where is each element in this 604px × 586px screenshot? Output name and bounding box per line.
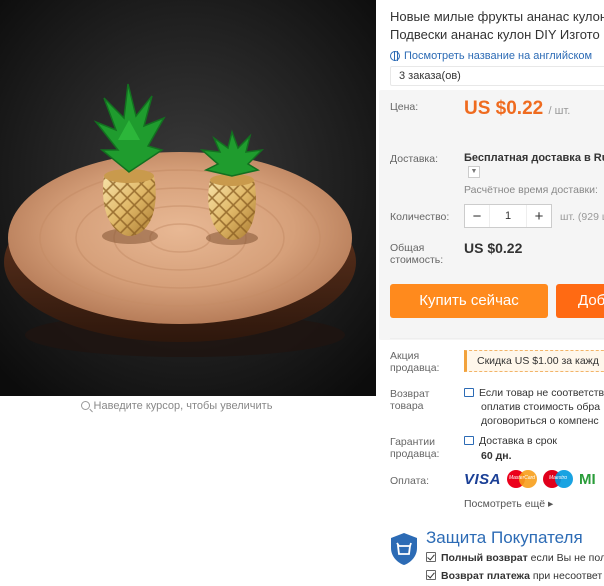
payment-methods: VISA MasterCard Maestro MI (464, 470, 596, 488)
product-gallery: Наведите курсор, чтобы увеличить (0, 0, 376, 586)
seller-coupon[interactable]: Скидка US $1.00 за кажд (464, 350, 604, 372)
return-icon (464, 388, 474, 397)
payment-more-link[interactable]: Посмотреть ещё ▸ (464, 498, 553, 510)
price-value-wrap: US $0.22 / шт. (464, 98, 570, 120)
guarantee-line2: 60 дн. (481, 450, 512, 462)
protection-line1-bold: Полный возврат (441, 552, 528, 564)
protection-line-payment: Возврат платежа при несоответ (426, 570, 602, 582)
mastercard-icon: MasterCard (507, 470, 538, 488)
check-icon (426, 552, 436, 562)
promo-label-line2: продавца: (390, 362, 440, 374)
maestro-icon: Maestro (543, 470, 574, 488)
translate-title-link[interactable]: Посмотреть название на английском (390, 50, 592, 62)
shipping-estimate: Расчётное время доставки: (464, 184, 598, 196)
translate-title-text[interactable]: Посмотреть название на английском (404, 50, 592, 62)
returns-line1: Если товар не соответству (479, 387, 604, 399)
product-main-image[interactable] (0, 0, 376, 396)
payment-label: Оплата: (390, 475, 430, 487)
buy-now-button[interactable]: Купить сейчас (390, 284, 548, 318)
returns-label-line1: Возврат (390, 388, 430, 400)
quantity-decrease-button[interactable]: − (465, 208, 489, 225)
orders-count: 3 заказа(ов) (390, 66, 604, 86)
product-info: Новые милые фрукты ананас кулон Подвески… (376, 0, 604, 586)
price-value: US $0.22 (464, 98, 544, 119)
returns-line3: договориться о компенс (481, 415, 599, 427)
quantity-stepper: − 1 + (464, 204, 552, 228)
product-photo-illustration (0, 0, 376, 396)
total-label-line1: Общая (390, 242, 425, 254)
product-title-line2: Подвески ананас кулон DIY Изгото (390, 27, 600, 42)
price-unit: / шт. (548, 105, 571, 117)
guarantees-label-line1: Гарантии (390, 436, 435, 448)
shield-icon (391, 533, 417, 565)
globe-icon (390, 51, 400, 61)
visa-icon: VISA (464, 470, 502, 488)
divider (390, 338, 604, 339)
zoom-hint: Наведите курсор, чтобы увеличить (0, 400, 353, 412)
guarantee-line1: Доставка в срок (479, 435, 558, 447)
product-title-line1: Новые милые фрукты ананас кулон (390, 9, 604, 24)
shipping-method[interactable]: Бесплатная доставка в Rus (464, 152, 604, 164)
clock-icon (464, 436, 474, 445)
product-title: Новые милые фрукты ананас кулон Подвески… (390, 8, 604, 44)
protection-line-refund: Полный возврат если Вы не пол (426, 552, 604, 564)
price-label: Цена: (390, 101, 419, 113)
promo-label: Акция продавца: (390, 350, 439, 374)
total-label: Общая стоимость: (390, 242, 443, 266)
magnifier-icon (80, 401, 90, 410)
total-value: US $0.22 (464, 240, 523, 256)
returns-line2: оплатив стоимость обра (481, 401, 601, 413)
returns-policy: Если товар не соответству оплатив стоимо… (464, 386, 604, 428)
quantity-label: Количество: (390, 211, 450, 223)
quantity-input[interactable]: 1 (489, 205, 527, 227)
add-to-cart-button[interactable]: Доба (556, 284, 604, 318)
check-icon (426, 570, 436, 580)
protection-line2-rest: при несоответ (532, 570, 603, 582)
delivery-guarantee: Доставка в срок 60 дн. (464, 434, 557, 464)
returns-label: Возврат товара (390, 388, 429, 412)
guarantees-label: Гарантии продавца: (390, 436, 439, 460)
protection-line1-rest: если Вы не пол (530, 552, 604, 564)
total-label-line2: стоимость: (390, 254, 444, 266)
quantity-increase-button[interactable]: + (527, 208, 551, 225)
buyer-protection: Защита Покупателя Полный возврат если Вы… (390, 526, 604, 586)
guarantees-label-line2: продавца: (390, 448, 440, 460)
promo-label-line1: Акция (390, 350, 420, 362)
shipping-dropdown-chevron-icon[interactable]: ▼ (468, 166, 480, 178)
zoom-hint-text: Наведите курсор, чтобы увеличить (93, 400, 273, 412)
buyer-protection-title: Защита Покупателя (426, 528, 583, 547)
shipping-label: Доставка: (390, 153, 439, 165)
payment-extra-icon: MI (579, 470, 596, 488)
quantity-stock: шт. (929 ш (560, 211, 604, 223)
returns-label-line2: товара (390, 400, 424, 412)
protection-line2-bold: Возврат платежа (441, 570, 530, 582)
